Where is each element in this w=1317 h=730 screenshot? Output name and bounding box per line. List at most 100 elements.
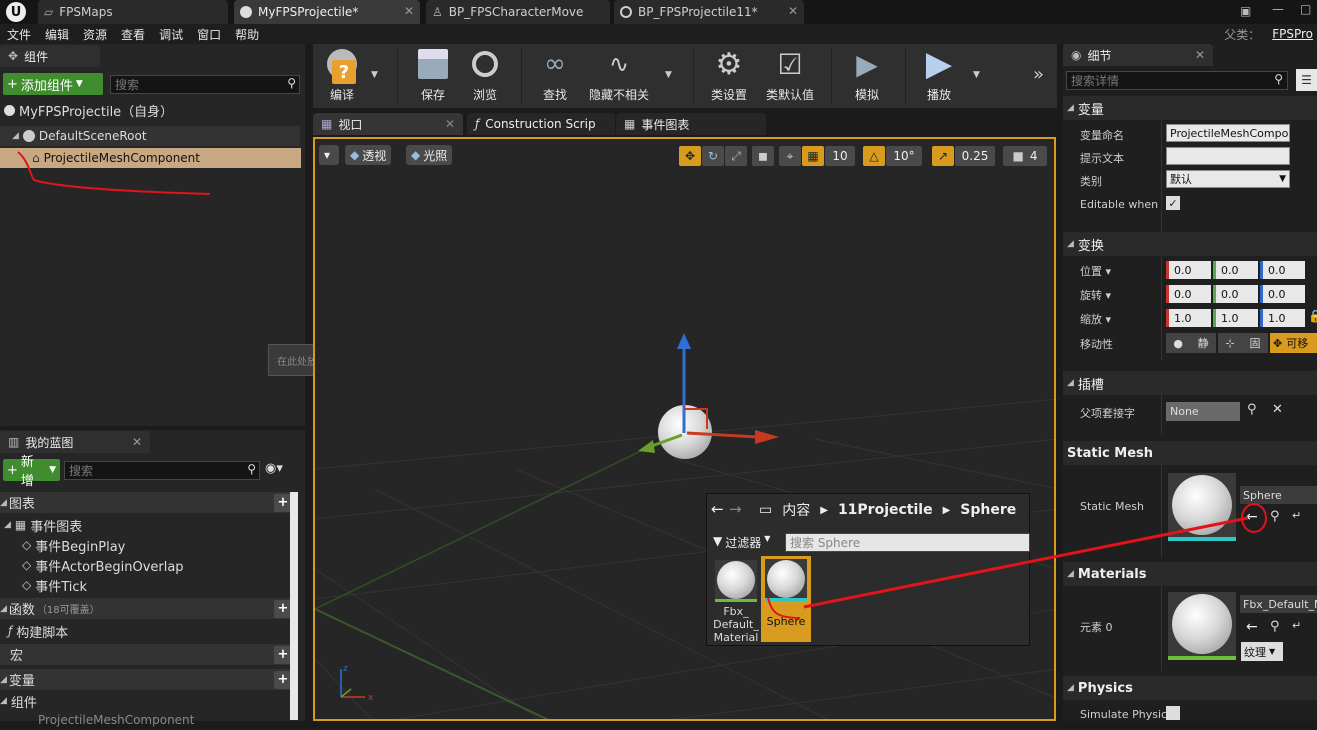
construction-script-item[interactable]: ƒ 构建脚本	[0, 621, 68, 641]
section-functions[interactable]: ◢ 函数 （18可覆盖） +	[0, 598, 298, 619]
event-graph-item[interactable]: ◢ ▦ 事件图表	[0, 515, 82, 535]
section-transform[interactable]: ◢ 变换	[1063, 232, 1317, 256]
rotate-icon[interactable]: ↻	[702, 146, 724, 166]
close-icon[interactable]: ✕	[445, 117, 455, 131]
minimize-icon[interactable]: —	[1272, 2, 1284, 16]
event-item[interactable]: ◇ 事件ActorBeginOverlap	[0, 555, 184, 575]
mobility-static-button[interactable]: ● 静	[1166, 333, 1216, 353]
component-search-input[interactable]: 搜索 ⚲	[110, 75, 300, 94]
rotation-z[interactable]: 0.0	[1260, 285, 1305, 303]
back-arrow-icon[interactable]: ←	[711, 500, 724, 518]
scale-snap-icon[interactable]: ↗	[932, 146, 954, 166]
scale-x[interactable]: 1.0	[1166, 309, 1211, 327]
menu-window[interactable]: 窗口	[190, 26, 228, 43]
clear-icon[interactable]: ✕	[1272, 402, 1283, 417]
notification-icon[interactable]: ▣	[1240, 4, 1251, 18]
transform-gizmo[interactable]	[635, 329, 785, 459]
view-options-icon[interactable]: ☰	[1296, 69, 1317, 91]
simulate-physics-checkbox[interactable]	[1166, 706, 1180, 720]
play-button[interactable]: ▶ 播放	[915, 44, 963, 108]
perspective-button[interactable]: ◆ 透视	[345, 145, 392, 165]
parent-class-link[interactable]: FPSPro	[1272, 27, 1313, 41]
save-button[interactable]: 保存	[411, 44, 455, 108]
toolbar-overflow-icon[interactable]: »	[1033, 64, 1044, 85]
section-static-mesh[interactable]: Static Mesh	[1063, 441, 1317, 465]
parent-socket-field[interactable]: None	[1166, 402, 1240, 421]
self-component-item[interactable]: MyFPSProjectile（自身）	[4, 100, 304, 120]
section-variables[interactable]: ◢ 变量 +	[0, 669, 298, 690]
play-options-chevron-icon[interactable]: ▼	[973, 70, 980, 80]
mobility-stationary-button[interactable]: ⊹ 固	[1218, 333, 1268, 353]
details-search-input[interactable]: 搜索详情 ⚲	[1066, 71, 1288, 90]
event-item[interactable]: ◇ 事件BeginPlay	[0, 535, 125, 555]
rotation-snap-icon[interactable]: △	[863, 146, 885, 166]
surface-snap-icon[interactable]: ⌖	[779, 146, 801, 166]
viewport-options-button[interactable]: ▾	[319, 145, 339, 165]
section-sockets[interactable]: ◢ 插槽	[1063, 371, 1317, 395]
close-icon[interactable]: ✕	[1195, 48, 1205, 62]
hide-unrelated-button[interactable]: ∿ 隐藏不相关	[587, 44, 651, 108]
class-defaults-button[interactable]: ☑ 类默认值	[763, 44, 817, 108]
class-settings-button[interactable]: ⚙ 类设置	[705, 44, 753, 108]
translate-icon[interactable]: ✥	[679, 146, 701, 166]
scale-y[interactable]: 1.0	[1213, 309, 1258, 327]
location-y[interactable]: 0.0	[1213, 261, 1258, 279]
tooltip-field[interactable]	[1166, 147, 1290, 165]
scale-snap-value[interactable]: 0.25	[955, 146, 995, 166]
compile-button[interactable]: ? 编译	[316, 44, 368, 108]
reset-icon[interactable]: ↵	[1292, 619, 1301, 632]
grid-snap-icon[interactable]: ▦	[802, 146, 824, 166]
compile-options-chevron-icon[interactable]: ▼	[371, 70, 378, 80]
tab-fpsmaps[interactable]: ▱ FPSMaps	[38, 0, 228, 24]
lock-icon[interactable]: 🔒	[1308, 309, 1317, 323]
rotation-x[interactable]: 0.0	[1166, 285, 1211, 303]
components-category[interactable]: ◢ 组件	[0, 691, 37, 711]
eye-icon[interactable]: ◉▾	[265, 461, 283, 476]
maximize-icon[interactable]: □	[1300, 2, 1311, 16]
event-item[interactable]: ◇ 事件Tick	[0, 575, 87, 595]
section-macros[interactable]: 宏 +	[0, 644, 298, 665]
close-icon[interactable]: ✕	[404, 4, 414, 18]
scale-icon[interactable]: ⤢	[725, 146, 747, 166]
find-button[interactable]: ∞ 查找	[531, 44, 579, 108]
component-variable-item[interactable]: ProjectileMeshComponent	[0, 710, 194, 730]
browse-button[interactable]: 浏览	[463, 44, 507, 108]
close-icon[interactable]: ✕	[132, 435, 142, 449]
category-dropdown[interactable]: 默认 ▼	[1166, 170, 1290, 188]
tab-viewport[interactable]: ▦ 视口 ✕	[313, 113, 463, 135]
tab-event-graph[interactable]: ▦ 事件图表	[616, 113, 766, 135]
rotation-y[interactable]: 0.0	[1213, 285, 1258, 303]
coordinate-space-icon[interactable]: ◼	[752, 146, 774, 166]
tab-bp-fpsprojectile11[interactable]: BP_FPSProjectile11* ✕	[614, 0, 804, 24]
tab-my-blueprint[interactable]: ▥ 我的蓝图 ✕	[0, 431, 150, 453]
hide-options-chevron-icon[interactable]: ▼	[665, 70, 672, 80]
scale-z[interactable]: 1.0	[1260, 309, 1305, 327]
grid-snap-value[interactable]: 10	[825, 146, 855, 166]
new-button[interactable]: + 新增 ▼	[3, 455, 60, 489]
camera-speed-button[interactable]: ■ 4	[1003, 146, 1047, 166]
asset-tile[interactable]: Fbx_ Default_ Material	[713, 560, 759, 644]
tab-bp-fpscharactermove[interactable]: ♙ BP_FPSCharacterMove	[426, 0, 610, 24]
rotation-label[interactable]: 旋转 ▾	[1080, 287, 1111, 303]
forward-arrow-icon[interactable]: →	[729, 500, 742, 518]
scale-label[interactable]: 缩放 ▾	[1080, 311, 1111, 327]
location-label[interactable]: 位置 ▾	[1080, 263, 1111, 279]
tab-details[interactable]: ◉ 细节 ✕	[1063, 44, 1213, 66]
menu-debug[interactable]: 调试	[152, 26, 190, 43]
tab-myfpsprojectile[interactable]: MyFPSProjectile* ✕	[234, 0, 420, 24]
add-component-button[interactable]: + 添加组件 ▼	[3, 73, 103, 95]
search-icon[interactable]: ⚲	[1247, 402, 1257, 417]
var-name-field[interactable]: ProjectileMeshCompon	[1166, 124, 1290, 142]
ue-logo-icon[interactable]: U	[6, 2, 26, 22]
lit-button[interactable]: ◆ 光照	[406, 145, 453, 165]
menu-file[interactable]: 文件	[0, 26, 38, 43]
section-physics[interactable]: ◢ Physics	[1063, 676, 1317, 700]
rotation-snap-value[interactable]: 10°	[886, 146, 922, 166]
tab-construction-script[interactable]: ƒ Construction Scrip	[467, 113, 615, 135]
location-z[interactable]: 0.0	[1260, 261, 1305, 279]
close-icon[interactable]: ✕	[788, 4, 798, 18]
menu-view[interactable]: 查看	[114, 26, 152, 43]
editable-checkbox[interactable]: ✓	[1166, 196, 1180, 210]
menu-asset[interactable]: 资源	[76, 26, 114, 43]
mobility-movable-button[interactable]: ✥ 可移	[1270, 333, 1317, 353]
